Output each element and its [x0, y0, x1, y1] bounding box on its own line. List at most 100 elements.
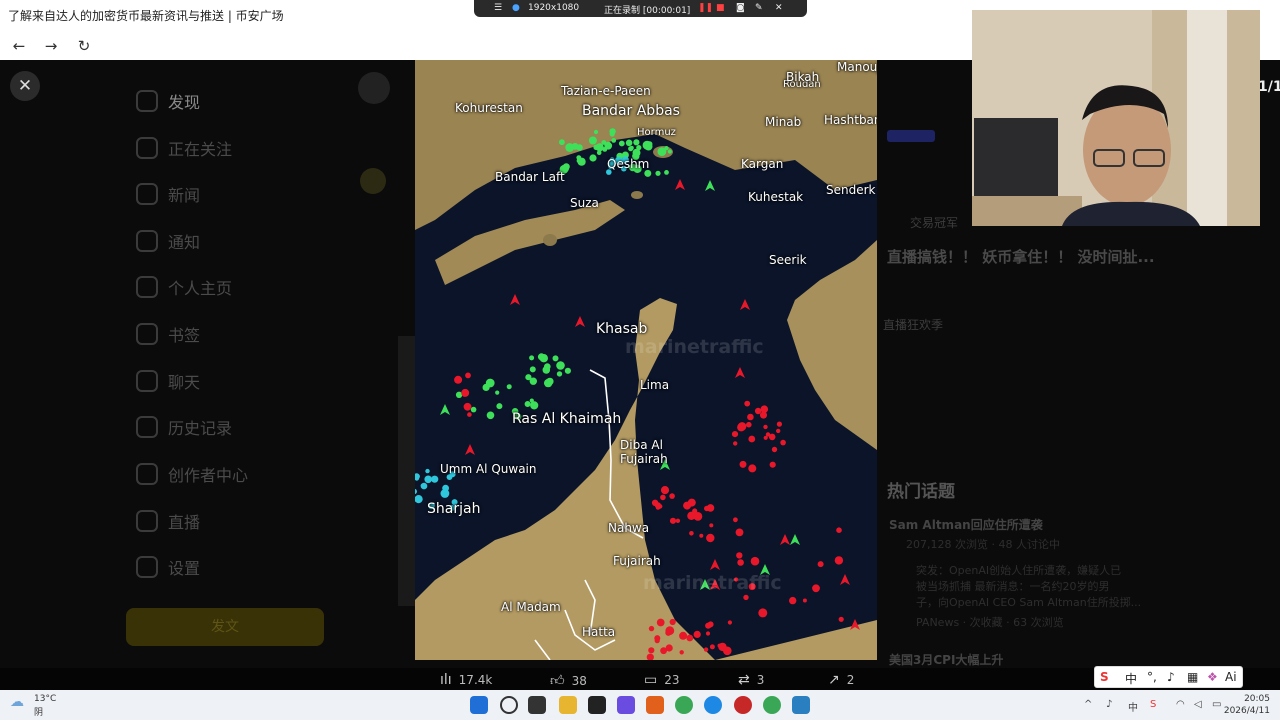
vessel-marker[interactable]	[679, 631, 688, 640]
vessel-marker[interactable]	[482, 383, 490, 391]
share-button[interactable]: ↗ 2	[828, 672, 854, 688]
vessel-marker[interactable]	[495, 390, 500, 395]
pause-icon[interactable]: ❚❚	[698, 3, 713, 13]
vessel-marker[interactable]	[780, 439, 786, 446]
vessel-marker[interactable]	[686, 634, 694, 642]
vessel-marker[interactable]	[657, 504, 663, 509]
microphone-icon[interactable]: ●	[512, 3, 520, 13]
vessel-marker[interactable]	[529, 377, 537, 385]
skin-icon[interactable]: ❖	[1207, 670, 1218, 684]
vessel-marker[interactable]	[660, 486, 670, 495]
vessel-marker[interactable]	[669, 618, 676, 626]
vessel-marker[interactable]	[655, 170, 661, 176]
vessel-marker[interactable]	[664, 170, 669, 175]
avatar[interactable]	[358, 72, 390, 104]
vessel-marker[interactable]	[654, 638, 660, 644]
vessel-marker[interactable]	[836, 527, 842, 533]
vessel-marker[interactable]	[744, 400, 751, 407]
repost-button[interactable]: ⇄ 3	[738, 672, 764, 688]
live-title[interactable]: 直播搞钱！！ 妖币拿住！！ 没时间扯...	[887, 246, 1155, 267]
vessel-marker[interactable]	[588, 136, 597, 145]
vessel-marker[interactable]	[544, 378, 553, 388]
microphone-icon[interactable]: ♪	[1167, 670, 1175, 684]
recorder-icon[interactable]	[734, 696, 752, 714]
pen-icon[interactable]: ✎	[755, 3, 763, 13]
vessel-marker[interactable]	[733, 517, 738, 523]
sidebar-item-chat[interactable]: 聊天	[136, 366, 200, 396]
vessel-marker[interactable]	[675, 518, 681, 523]
vessel-marker[interactable]	[467, 412, 472, 417]
vessel-marker[interactable]	[760, 411, 767, 419]
vessel-marker[interactable]	[689, 531, 694, 536]
vessel-marker[interactable]	[425, 468, 430, 474]
vessel-marker[interactable]	[748, 464, 757, 473]
vessel-marker[interactable]	[424, 475, 432, 484]
vessel-marker[interactable]	[669, 493, 675, 499]
marine-traffic-map[interactable]: Roudan Bikah Manouj Tazian-e-Paeen Kohur…	[415, 60, 877, 660]
vessel-marker[interactable]	[462, 392, 467, 397]
vessel-marker[interactable]	[496, 403, 503, 410]
vessel-marker[interactable]	[629, 145, 634, 150]
vessel-marker[interactable]	[651, 499, 659, 506]
vessel-marker[interactable]	[524, 401, 531, 407]
vessel-marker[interactable]	[529, 398, 534, 403]
sidebar-item-creator[interactable]: 创作者中心	[136, 459, 248, 489]
start-icon[interactable]	[470, 696, 488, 714]
sidebar-item-notifications[interactable]: 通知	[136, 226, 200, 256]
reload-button[interactable]: ↻	[73, 35, 95, 57]
like-button[interactable]: 👍︎ 38	[550, 672, 587, 689]
vessel-marker[interactable]	[746, 421, 752, 428]
live-tag[interactable]: 直播狂欢季	[883, 316, 943, 333]
vessel-marker[interactable]	[692, 508, 698, 514]
vessel-marker[interactable]	[542, 366, 551, 374]
vessel-marker[interactable]	[529, 366, 536, 373]
chevron-up-icon[interactable]: ^	[1084, 699, 1092, 710]
comment-button[interactable]: ▭ 23	[644, 672, 680, 688]
vessel-marker[interactable]	[667, 149, 672, 154]
vessel-marker[interactable]	[747, 413, 754, 421]
vessel-marker[interactable]	[669, 517, 677, 524]
search-icon[interactable]	[500, 696, 518, 714]
vessel-marker[interactable]	[758, 608, 768, 618]
vessel-marker[interactable]	[431, 475, 439, 483]
topic-title[interactable]: 美国3月CPI大幅上升	[889, 651, 1003, 668]
vessel-marker[interactable]	[834, 556, 844, 565]
vessel-marker[interactable]	[736, 552, 743, 559]
punctuation-icon[interactable]: °,	[1147, 670, 1157, 684]
vessel-marker[interactable]	[727, 620, 732, 625]
vessel-marker[interactable]	[763, 424, 768, 430]
sidebar-item-settings[interactable]: 设置	[136, 552, 200, 582]
vessel-marker[interactable]	[552, 355, 559, 362]
vessel-marker[interactable]	[664, 146, 669, 151]
vessel-marker[interactable]	[660, 494, 666, 501]
vessel-marker[interactable]	[731, 431, 739, 438]
back-button[interactable]: ←	[8, 35, 30, 57]
edge-icon[interactable]	[704, 696, 722, 714]
vessel-marker[interactable]	[646, 141, 653, 148]
vessel-marker[interactable]	[470, 406, 477, 413]
vessel-marker[interactable]	[687, 498, 696, 507]
vessel-marker[interactable]	[771, 446, 778, 453]
vessel-marker[interactable]	[812, 584, 820, 593]
vessel-marker[interactable]	[769, 461, 776, 468]
vessel-marker[interactable]	[750, 556, 760, 566]
vessel-marker[interactable]	[709, 644, 715, 650]
vessel-marker[interactable]	[465, 372, 471, 379]
vessel-marker[interactable]	[679, 650, 684, 655]
sidebar-item-discover[interactable]: 发现	[136, 86, 200, 116]
tab-title[interactable]: 了解来自达人的加密货币最新资讯与推送 | 币安广场	[8, 7, 284, 24]
vessel-marker[interactable]	[739, 460, 747, 468]
vessel-marker[interactable]	[733, 441, 738, 446]
sidebar-item-news[interactable]: 新闻	[136, 179, 200, 209]
vessel-marker[interactable]	[571, 143, 579, 150]
vessel-marker[interactable]	[556, 371, 563, 377]
vessel-marker[interactable]	[632, 148, 641, 157]
app-icon[interactable]	[792, 696, 810, 714]
topic-title[interactable]: Sam Altman回应住所遭袭	[889, 516, 1043, 533]
ime-tray-icon[interactable]: 中	[1128, 699, 1138, 714]
vessel-marker[interactable]	[609, 131, 615, 137]
vessel-marker[interactable]	[529, 355, 535, 361]
vessel-marker[interactable]	[537, 353, 545, 361]
vessel-marker[interactable]	[665, 626, 675, 636]
post-button[interactable]: 发文	[126, 608, 324, 646]
